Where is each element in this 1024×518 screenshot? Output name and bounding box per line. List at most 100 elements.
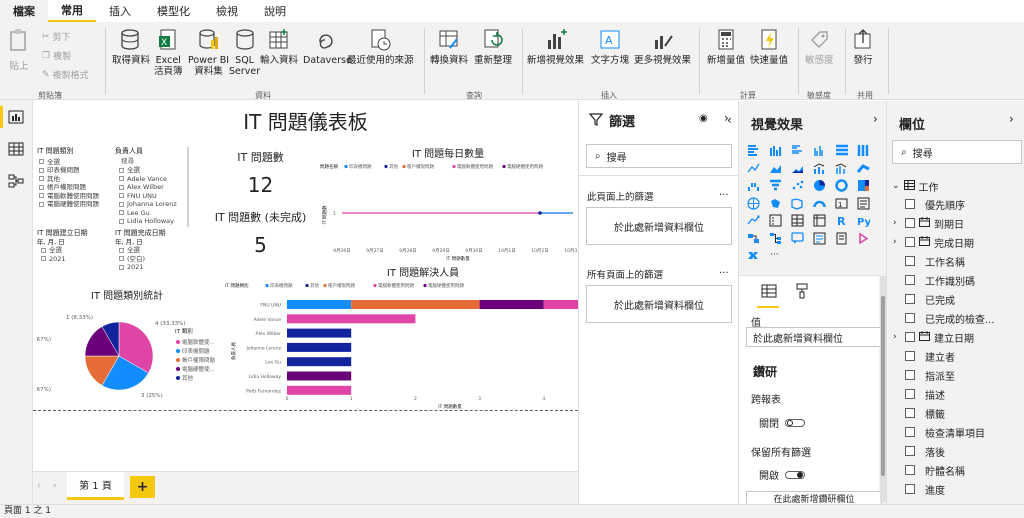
checkbox[interactable]: [119, 184, 124, 190]
line-chart-icon[interactable]: [747, 162, 760, 174]
100pct-bar-icon[interactable]: [835, 144, 848, 156]
menu-tab-modeling[interactable]: 模型化: [144, 0, 203, 22]
card-icon[interactable]: 1: [835, 197, 848, 209]
slicer-item[interactable]: 電腦軟體使用問題: [37, 192, 107, 201]
slicer-item[interactable]: 全選: [115, 166, 187, 175]
slicer-item[interactable]: Lidia Holloway: [115, 217, 187, 226]
slicer-search[interactable]: 搜尋: [121, 157, 187, 166]
page-tab-1[interactable]: 第 1 頁: [67, 472, 124, 500]
area-chart-icon[interactable]: [769, 162, 782, 174]
fields-search-input[interactable]: ⌕ 搜尋: [892, 140, 1022, 164]
sql-server-button[interactable]: SQL Server: [229, 28, 260, 77]
ribbon-chart-icon[interactable]: [856, 162, 870, 174]
slicer-item[interactable]: FNU UNU: [115, 192, 187, 201]
get-data-button[interactable]: 取得資料: [112, 28, 150, 66]
copy-button[interactable]: ❐ 複製: [42, 49, 71, 63]
qna-icon[interactable]: [791, 231, 804, 244]
checkbox[interactable]: [39, 167, 44, 173]
textbox-button[interactable]: A 文字方塊: [591, 28, 629, 66]
report-canvas[interactable]: IT 問題儀表板 IT 問題類別 全選 印表機問題 其他 帳戶權限問題 電腦軟體使用問題…: [33, 101, 578, 471]
more-visuals-button[interactable]: 更多視覺效果: [634, 28, 691, 66]
checkbox[interactable]: [119, 193, 124, 198]
field-item[interactable]: 建立者: [905, 347, 1024, 365]
field-checkbox[interactable]: [905, 427, 915, 437]
menu-tab-file[interactable]: 檔案: [0, 0, 48, 22]
collapse-pane-icon[interactable]: ›: [873, 112, 878, 126]
slicer-item[interactable]: Adele Vance: [115, 175, 187, 184]
stacked-bar-icon[interactable]: [747, 144, 760, 156]
line-clustered-icon[interactable]: [835, 162, 848, 174]
quick-measure-button[interactable]: 快速量值: [750, 28, 788, 66]
scroll-left-icon[interactable]: ‹: [37, 481, 41, 491]
slicer-item[interactable]: 2021: [37, 255, 111, 264]
table-visual-icon[interactable]: [791, 214, 804, 227]
field-item[interactable]: 工作名稱: [905, 252, 1024, 270]
map-icon[interactable]: [747, 196, 760, 210]
field-item[interactable]: 工作識別碼: [905, 271, 1024, 289]
more-icon[interactable]: ···: [769, 249, 782, 261]
sensitivity-button[interactable]: 敏感度: [805, 28, 834, 66]
checkbox[interactable]: [119, 201, 124, 207]
new-measure-button[interactable]: 新增量值: [707, 28, 745, 66]
slicer-item[interactable]: 全選: [37, 246, 111, 255]
treemap-icon[interactable]: [857, 179, 870, 191]
field-item[interactable]: 貯體名稱: [905, 461, 1024, 479]
transform-data-button[interactable]: 轉換資料: [430, 28, 468, 66]
menu-tab-insert[interactable]: 插入: [96, 0, 144, 22]
checkbox[interactable]: [119, 256, 124, 261]
field-checkbox[interactable]: [905, 275, 915, 285]
slicer-item[interactable]: 2021: [115, 263, 189, 272]
paste-button[interactable]: 貼上: [8, 28, 30, 72]
format-paint-icon[interactable]: [795, 283, 809, 302]
data-view-icon[interactable]: [8, 142, 24, 156]
chevron-right-icon[interactable]: ›: [893, 237, 903, 247]
expand-filters-icon[interactable]: ‹: [727, 113, 732, 127]
field-checkbox[interactable]: [905, 313, 915, 323]
menu-tab-help[interactable]: 說明: [251, 0, 299, 22]
field-item[interactable]: 描述: [905, 385, 1024, 403]
more-options-icon[interactable]: ...: [719, 187, 729, 198]
key-influencers-icon[interactable]: [747, 232, 760, 244]
field-item[interactable]: 檢查清單項目: [905, 423, 1024, 441]
decomposition-tree-icon[interactable]: [769, 232, 782, 244]
eye-icon[interactable]: ◉: [699, 113, 708, 124]
enter-data-button[interactable]: 輸入資料: [260, 28, 298, 66]
pie-chart[interactable]: IT 問題類別統計 4 (33.33%) 3 (25%) 2 (16.67%) 2 (1…: [37, 287, 217, 407]
fields-tab-icon[interactable]: [761, 284, 777, 301]
checkbox[interactable]: [119, 247, 124, 253]
100pct-column-icon[interactable]: [857, 144, 870, 156]
checkbox[interactable]: [119, 264, 124, 270]
pie-icon[interactable]: [813, 179, 826, 191]
bar-chart[interactable]: IT 問題解決人員 IT 問題類別 印表機問題 其他 帳戶權限問題 電腦軟體使用問題 電腦硬…: [223, 266, 578, 411]
slicer-item[interactable]: 電腦硬體使用問題: [37, 200, 107, 209]
add-page-button[interactable]: +: [130, 476, 155, 498]
slicer-item[interactable]: Johanna Lorenz: [115, 200, 187, 209]
field-item[interactable]: 落後: [905, 442, 1024, 460]
line-column-icon[interactable]: [813, 162, 826, 174]
checkbox[interactable]: [119, 218, 124, 224]
field-checkbox[interactable]: [905, 370, 915, 380]
shape-map-icon[interactable]: [791, 197, 804, 210]
slicer-it-type[interactable]: IT 問題類別 全選 印表機問題 其他 帳戶權限問題 電腦軟體使用問題 電腦硬體使用問題: [37, 147, 107, 209]
keep-filters-toggle[interactable]: 開啟: [759, 467, 805, 482]
refresh-button[interactable]: 重新整理: [474, 28, 512, 66]
checkbox[interactable]: [39, 159, 44, 164]
field-checkbox[interactable]: [905, 237, 915, 247]
stacked-area-icon[interactable]: [791, 162, 804, 174]
field-item[interactable]: 已完成的檢查...: [905, 309, 1024, 327]
slicer-item[interactable]: 全選: [37, 158, 107, 167]
kpi-icon[interactable]: [747, 214, 760, 226]
menu-tab-home[interactable]: 常用: [48, 0, 96, 22]
field-item[interactable]: 已完成: [905, 290, 1024, 308]
filters-search-input[interactable]: ⌕ 搜尋: [586, 144, 732, 168]
chevron-right-icon[interactable]: ›: [893, 218, 903, 228]
filled-map-icon[interactable]: [769, 197, 782, 209]
checkbox[interactable]: [119, 176, 124, 181]
table-item[interactable]: ⌄ 工作: [892, 177, 1022, 195]
scatter-icon[interactable]: [791, 179, 804, 191]
field-item[interactable]: 標籤: [905, 404, 1024, 422]
power-automate-icon[interactable]: [747, 249, 760, 261]
recent-sources-button[interactable]: 最近使用的來源: [347, 28, 414, 66]
waterfall-icon[interactable]: [747, 179, 760, 191]
line-chart[interactable]: IT 問題每日數量問題名稱 印表機問題 其他 帳戶權限問題 電腦軟體使用問題 電腦硬體使用…: [318, 147, 578, 265]
